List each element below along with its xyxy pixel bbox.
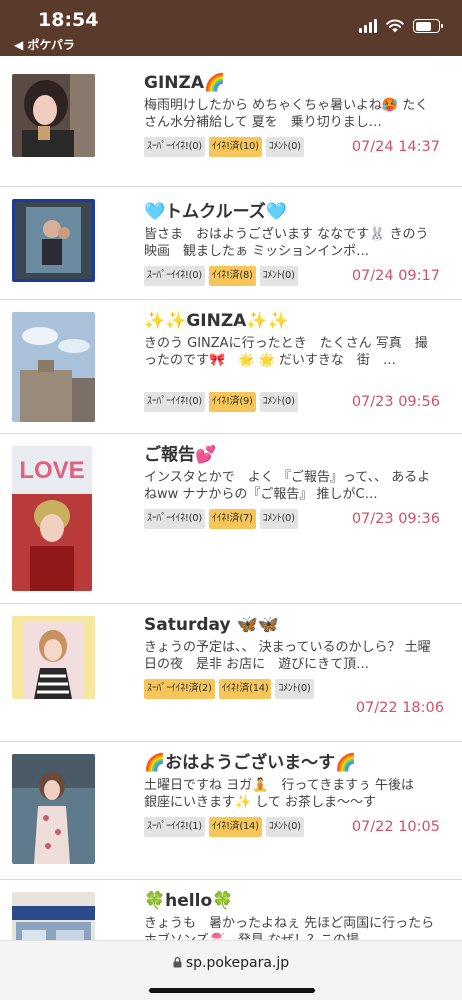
list-item[interactable]: LOVE ご報告💕 インスタとかで よく 『ご報告』って、、 あるよねww ナナ… [0,433,462,603]
post-date: 07/22 18:06 [355,700,444,716]
list-item[interactable]: GINZA🌈 梅雨明けしたから めちゃくちゃ暑いよね🥵 たくさん水分補給して 夏… [0,62,462,186]
list-item[interactable]: 🍀hello🍀 きょうも 暑かったよねぇ 先ほど両国に行ったら ホブソンズ🍧 発… [0,879,462,940]
post-excerpt: きょうも 暑かったよねぇ 先ほど両国に行ったら ホブソンズ🍧 発見 なぜ！？この… [144,916,435,940]
post-thumbnail[interactable] [12,754,95,864]
post-title[interactable]: 🌈おはようございま〜す🌈 [144,750,440,776]
super-like-button[interactable]: ｽｰﾊﾟｰｲｲﾈ!(0) [144,509,205,529]
wifi-icon [386,19,404,33]
post-date: 07/23 09:56 [351,394,440,410]
post-excerpt: インスタとかで よく 『ご報告』って、、 あるよねww ナナからの『ご報告』 推… [144,470,431,502]
status-bar: 18:54 ◀ ポケパラ [0,0,462,56]
status-time: 18:54 [38,9,99,31]
like-button[interactable]: ｲｲﾈ!済(14) [208,817,262,837]
post-thumbnail[interactable]: LOVE [12,446,92,591]
back-to-app-link[interactable]: ◀ ポケパラ [14,36,75,53]
cellular-signal-icon [359,19,377,33]
url-text: sp.pokepara.jp [185,955,290,971]
post-title[interactable]: Saturday 🦋🦋 [144,612,440,638]
like-button[interactable]: ｲｲﾈ!済(14) [218,679,272,699]
like-button[interactable]: ｲｲﾈ!済(7) [208,509,256,529]
post-title[interactable]: 🩵トムクルーズ🩵 [144,199,440,225]
blog-list: GINZA🌈 梅雨明けしたから めちゃくちゃ暑いよね🥵 たくさん水分補給して 夏… [0,56,462,940]
post-date: 07/24 09:17 [351,268,440,284]
comment-button[interactable]: ｺﾒﾝﾄ(0) [265,817,304,837]
browser-address-bar: sp.pokepara.jp [0,940,462,1000]
super-like-button[interactable]: ｽｰﾊﾟｰｲｲﾈ!(0) [144,137,205,157]
list-item[interactable]: 🌈おはようございま〜す🌈 土曜日ですね ヨガ🧘 行ってきますぅ 午後は 銀座にい… [0,741,462,879]
post-title[interactable]: 🍀hello🍀 [144,888,440,914]
post-excerpt: 梅雨明けしたから めちゃくちゃ暑いよね🥵 たくさん水分補給して 夏を 乗り切りま… [144,98,429,130]
post-excerpt: きょうの予定は、、 決まっているのかしら？ 土曜日の夜 是非 お店に 遊びにきて… [144,640,431,672]
post-thumbnail[interactable] [12,199,95,282]
post-title[interactable]: ✨✨GINZA✨✨ [144,308,440,334]
post-date: 07/22 10:05 [351,819,440,835]
battery-icon [413,19,443,33]
post-title[interactable]: ご報告💕 [144,442,440,468]
comment-button[interactable]: ｺﾒﾝﾄ(0) [275,679,314,699]
home-indicator[interactable] [149,988,315,993]
post-thumbnail[interactable] [12,616,95,699]
list-item[interactable]: Saturday 🦋🦋 きょうの予定は、、 決まっているのかしら？ 土曜日の夜 … [0,603,462,741]
post-thumbnail[interactable] [12,892,95,940]
post-title[interactable]: GINZA🌈 [144,70,440,96]
comment-button[interactable]: ｺﾒﾝﾄ(0) [259,266,298,286]
like-button[interactable]: ｲｲﾈ!済(10) [208,137,262,157]
list-item[interactable]: 🩵トムクルーズ🩵 皆さま おはようございます ななです🐰 きのう 映画 観ました… [0,186,462,299]
super-like-button[interactable]: ｽｰﾊﾟｰｲｲﾈ!済(2) [144,679,215,699]
post-excerpt: きのう GINZAに行ったとき たくさん 写真 撮ったのです🎀 🌟 🌟 だいすき… [144,336,428,368]
like-button[interactable]: ｲｲﾈ!済(8) [208,266,256,286]
post-thumbnail[interactable] [12,312,95,422]
super-like-button[interactable]: ｽｰﾊﾟｰｲｲﾈ!(0) [144,392,205,412]
list-item[interactable]: ✨✨GINZA✨✨ きのう GINZAに行ったとき たくさん 写真 撮ったのです… [0,299,462,433]
post-thumbnail[interactable] [12,74,95,157]
super-like-button[interactable]: ｽｰﾊﾟｰｲｲﾈ!(1) [144,817,205,837]
lock-icon [173,957,182,968]
post-date: 07/23 09:36 [351,511,440,527]
post-excerpt: 皆さま おはようございます ななです🐰 きのう 映画 観ましたぁ ミッションイン… [144,227,440,259]
super-like-button[interactable]: ｽｰﾊﾟｰｲｲﾈ!(0) [144,266,205,286]
post-date: 07/24 14:37 [351,139,440,155]
post-excerpt: 土曜日ですね ヨガ🧘 行ってきますぅ 午後は 銀座にいきます✨ して お茶しま〜… [144,778,428,810]
svg-text:LOVE: LOVE [19,457,84,484]
status-icons [359,19,443,33]
comment-button[interactable]: ｺﾒﾝﾄ(0) [265,137,304,157]
comment-button[interactable]: ｺﾒﾝﾄ(0) [259,509,298,529]
url-field[interactable]: sp.pokepara.jp [0,955,462,971]
comment-button[interactable]: ｺﾒﾝﾄ(0) [259,392,298,412]
like-button[interactable]: ｲｲﾈ!済(9) [208,392,256,412]
